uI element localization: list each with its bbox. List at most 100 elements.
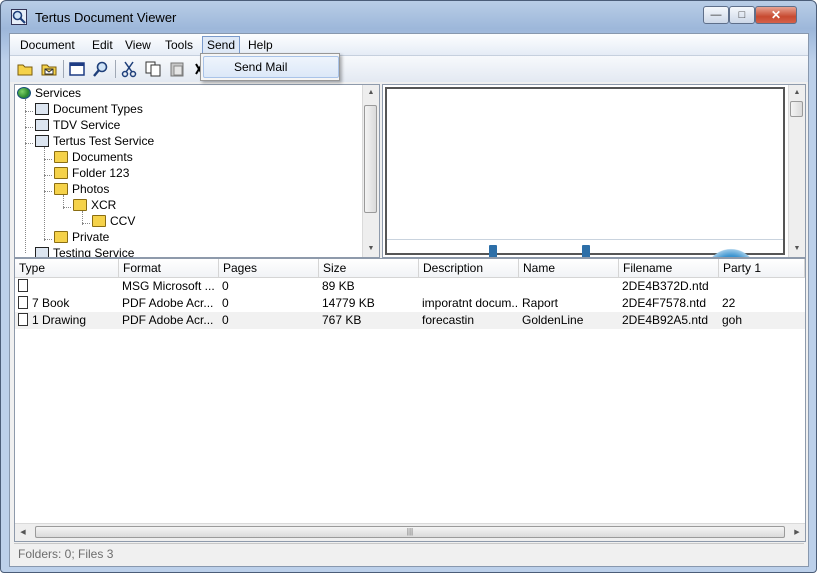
scroll-up-arrow-icon[interactable]: ▲ [789,85,805,101]
column-filename[interactable]: Filename [619,259,719,277]
column-name[interactable]: Name [519,259,619,277]
tree-guide-line [25,99,26,253]
title-bar[interactable]: Tertus Document Viewer — □ ✕ [1,1,816,33]
services-tree[interactable]: Services Document Types TDV Service Tert… [14,84,380,258]
column-type[interactable]: Type [15,259,119,277]
preview-marker [489,245,497,257]
cell-name [519,278,619,295]
scroll-thumb[interactable] [364,105,377,213]
open-folder-icon[interactable] [16,60,34,78]
minimize-button[interactable]: — [703,6,729,24]
close-icon: ✕ [770,8,782,22]
maximize-button[interactable]: □ [729,6,755,24]
cell-pages: 0 [222,279,229,293]
tree-node-label: Document Types [53,102,143,116]
tree-node-tdv-service[interactable]: TDV Service [35,117,120,133]
document-icon [18,279,28,292]
file-list-header: Type Format Pages Size Description Name … [15,259,805,278]
menu-item-send-mail[interactable]: Send Mail [203,56,339,78]
folder-icon [54,231,68,243]
table-row[interactable]: 1 Drawing PDF Adobe Acr... 0 767 KB fore… [15,312,805,329]
toolbar-separator [63,60,64,78]
tree-node-label: Private [72,230,110,244]
folder-icon [73,199,87,211]
scroll-thumb[interactable] [790,101,803,117]
table-row[interactable]: MSG Microsoft ... 0 89 KB 2DE4B372D.ntd [15,278,805,295]
cell-party-1: goh [722,313,743,327]
document-icon [18,296,28,309]
cell-type: 7 Book [32,296,70,310]
search-icon[interactable] [92,60,110,78]
tree-node-label: Photos [72,182,110,196]
tree-node-label: Tertus Test Service [53,134,155,148]
cut-icon[interactable] [120,60,138,78]
tree-guide-line [44,159,52,160]
tree-node-testing-service[interactable]: Testing Service [35,245,134,257]
paste-icon[interactable] [168,60,186,78]
cell-pages: 0 [222,313,229,327]
cell-format: PDF Adobe Acr... [122,296,214,310]
menu-tools[interactable]: Tools [161,37,197,53]
tree-node-label: XCR [91,198,117,212]
tree-node-document-types[interactable]: Document Types [35,101,143,117]
scroll-thumb[interactable]: ||| [35,526,785,538]
scroll-left-arrow-icon[interactable]: ◀ [15,524,31,541]
preview-vertical-scrollbar[interactable]: ▲ ▼ [788,85,805,257]
menu-edit[interactable]: Edit [88,37,117,53]
cell-pages: 0 [222,296,229,310]
column-format[interactable]: Format [119,259,219,277]
menu-document[interactable]: Document [16,37,79,53]
app-window: Tertus Document Viewer — □ ✕ Document Ed… [0,0,817,573]
app-magnifier-icon [11,9,27,25]
mail-icon[interactable] [40,60,58,78]
tree-node-label: Services [35,86,82,100]
tree-node-folder-123[interactable]: Folder 123 [54,165,129,181]
toolbar-separator [115,60,116,78]
scroll-down-arrow-icon[interactable]: ▼ [789,241,805,257]
column-pages[interactable]: Pages [219,259,319,277]
copy-icon[interactable] [144,60,162,78]
menu-help[interactable]: Help [244,37,277,53]
column-party-1[interactable]: Party 1 [719,259,805,277]
cell-party-1 [719,278,805,295]
scroll-right-arrow-icon[interactable]: ▶ [789,524,805,541]
cell-description [419,278,519,295]
minimize-icon: — [710,9,722,21]
tree-guide-line [44,175,52,176]
tree-node-tertus-test-service[interactable]: Tertus Test Service [35,133,154,149]
tree-guide-line [44,191,52,192]
tree-guide-line [25,143,33,144]
tree-node-xcr[interactable]: XCR [73,197,116,213]
cell-size: 89 KB [322,279,355,293]
file-list[interactable]: Type Format Pages Size Description Name … [14,258,806,542]
tree-node-services[interactable]: Services [17,85,81,101]
menu-bar: Document Edit View Tools Send Help [10,34,808,56]
column-description[interactable]: Description [419,259,519,277]
menu-view[interactable]: View [121,37,155,53]
tree-node-ccv[interactable]: CCV [92,213,135,229]
close-button[interactable]: ✕ [755,6,797,24]
tree-node-private[interactable]: Private [54,229,109,245]
scroll-up-arrow-icon[interactable]: ▲ [363,85,379,101]
document-types-icon [35,103,49,115]
tree-node-photos[interactable]: Photos [54,181,109,197]
tree-node-documents[interactable]: Documents [54,149,133,165]
tree-node-label: CCV [110,214,136,228]
tree-guide-line [25,111,33,112]
tree-node-label: Folder 123 [72,166,130,180]
computer-icon [35,119,49,131]
window-icon[interactable] [68,60,86,78]
maximize-icon: □ [738,9,746,21]
status-text: Folders: 0; Files 3 [18,547,114,561]
column-size[interactable]: Size [319,259,419,277]
scroll-down-arrow-icon[interactable]: ▼ [363,241,379,257]
tree-guide-line [63,207,71,208]
tree-guide-line [44,147,45,241]
table-row[interactable]: 7 Book PDF Adobe Acr... 0 14779 KB impor… [15,295,805,312]
menu-send[interactable]: Send [202,36,241,54]
list-horizontal-scrollbar[interactable]: ◀ ||| ▶ [15,523,805,541]
preview-marker [582,245,590,257]
tree-vertical-scrollbar[interactable]: ▲ ▼ [362,85,379,257]
document-icon [18,313,28,326]
document-preview[interactable]: ▲ ▼ [382,84,806,258]
